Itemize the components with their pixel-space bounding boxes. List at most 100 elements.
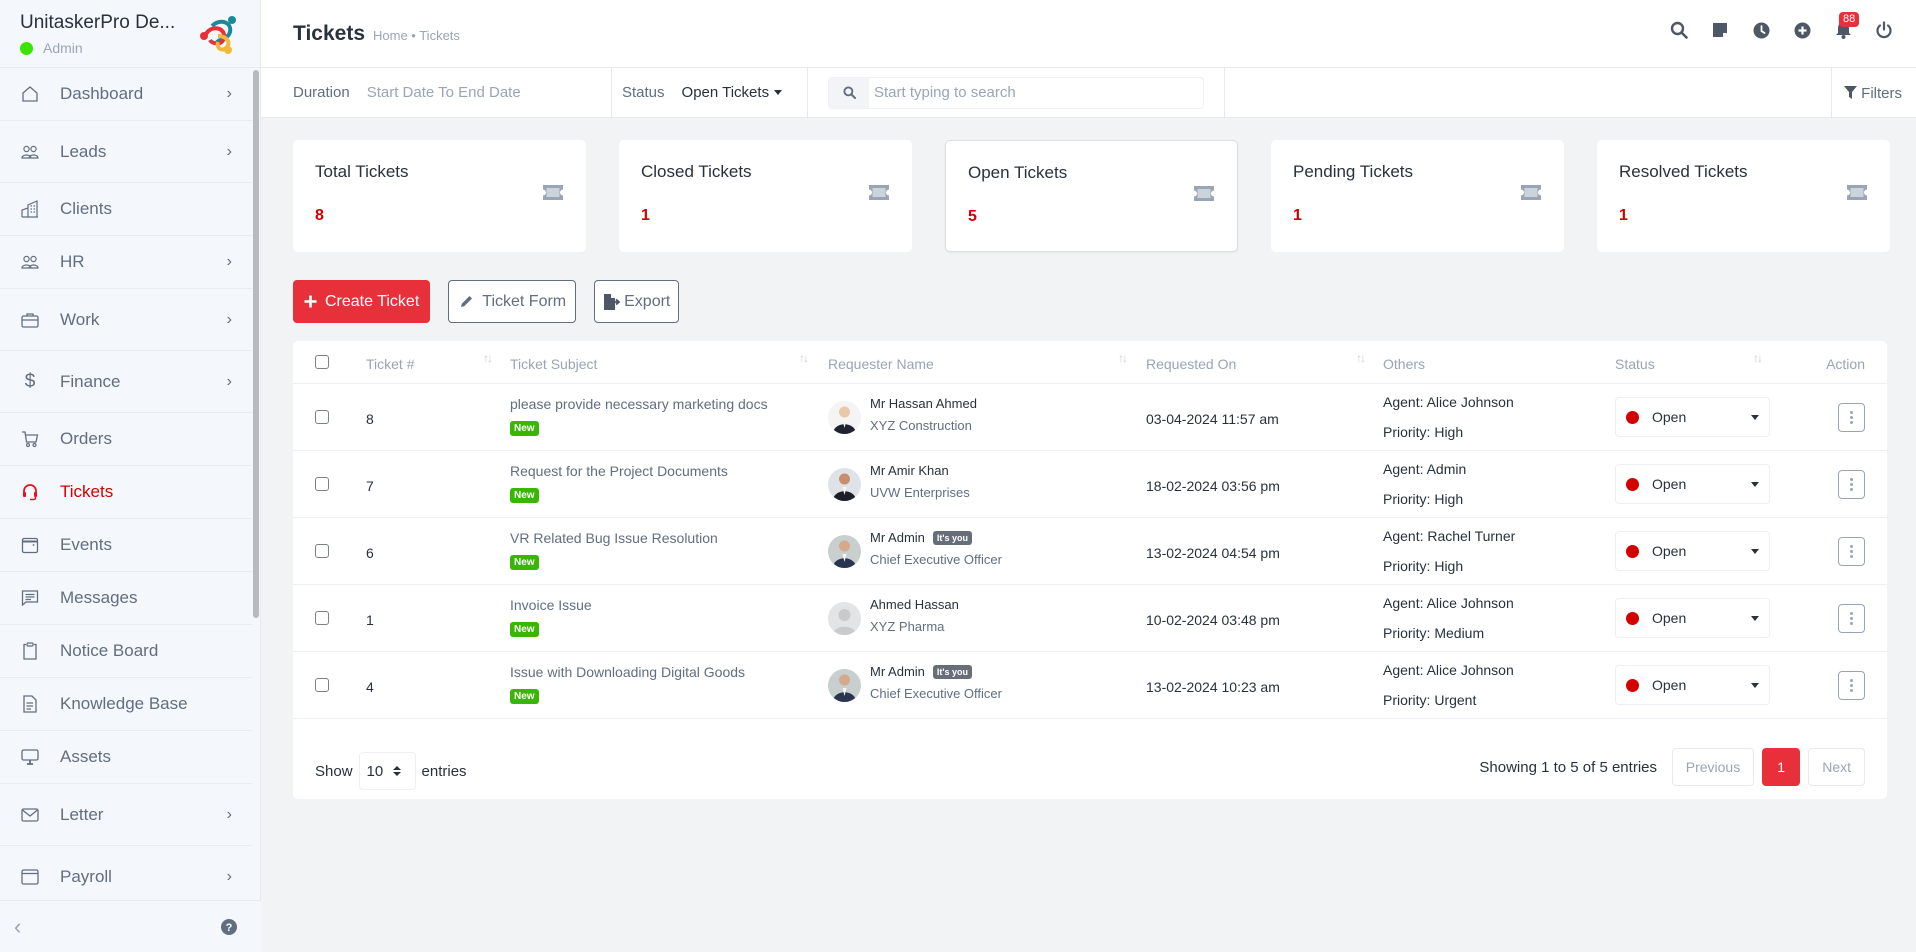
- row-checkbox[interactable]: [315, 678, 329, 692]
- table-body: 8 please provide necessary marketing docs…: [293, 384, 1887, 719]
- bell-icon[interactable]: 88: [1833, 12, 1860, 40]
- sort-icon[interactable]: ↑↓: [1356, 351, 1366, 365]
- column-ticket-number[interactable]: Ticket #: [366, 356, 415, 372]
- row-actions-button[interactable]: [1838, 470, 1865, 499]
- ticket-number[interactable]: 1: [366, 612, 374, 628]
- sidebar-item-orders[interactable]: Orders: [0, 413, 252, 466]
- sidebar-item-label: Clients: [60, 199, 112, 218]
- column-requested-on[interactable]: Requested On: [1146, 356, 1236, 372]
- requester-avatar[interactable]: [828, 401, 861, 434]
- power-icon[interactable]: [1874, 20, 1894, 40]
- ticket-subject-link[interactable]: please provide necessary marketing docs: [510, 396, 768, 412]
- status-select[interactable]: Open: [1615, 665, 1770, 705]
- ticket-subject-link[interactable]: Issue with Downloading Digital Goods: [510, 664, 745, 680]
- status-filter[interactable]: Status Open Tickets: [612, 67, 808, 118]
- ticket-subject-link[interactable]: Request for the Project Documents: [510, 463, 728, 479]
- row-actions-button[interactable]: [1838, 604, 1865, 633]
- breadcrumb[interactable]: Home • Tickets: [373, 28, 460, 43]
- filters-button[interactable]: Filters: [1831, 68, 1902, 118]
- requester-avatar[interactable]: [828, 669, 861, 702]
- status-select[interactable]: Open: [1615, 397, 1770, 437]
- row-checkbox[interactable]: [315, 544, 329, 558]
- ticket-number[interactable]: 4: [366, 679, 374, 695]
- sidebar-item-dashboard[interactable]: Dashboard ›: [0, 68, 252, 121]
- company-logo-icon[interactable]: [198, 14, 240, 56]
- stat-card-pending-tickets[interactable]: Pending Tickets 1: [1271, 140, 1564, 252]
- search-input[interactable]: [869, 84, 1203, 101]
- status-select[interactable]: Open: [1615, 531, 1770, 571]
- stat-card-closed-tickets[interactable]: Closed Tickets 1: [619, 140, 912, 252]
- ticket-form-button[interactable]: Ticket Form: [448, 280, 577, 323]
- chevron-right-icon: ›: [226, 867, 232, 885]
- requester-name[interactable]: Mr Hassan Ahmed: [870, 396, 977, 411]
- stat-card-resolved-tickets[interactable]: Resolved Tickets 1: [1597, 140, 1890, 252]
- export-button[interactable]: Export: [594, 280, 680, 323]
- sidebar-item-payroll[interactable]: Payroll ›: [0, 846, 252, 900]
- ticket-subject-link[interactable]: Invoice Issue: [510, 597, 592, 613]
- create-ticket-button[interactable]: Create Ticket: [293, 280, 431, 323]
- ticket-number[interactable]: 8: [366, 411, 374, 427]
- sidebar-item-knowledge-base[interactable]: Knowledge Base: [0, 678, 252, 731]
- requester-name[interactable]: Mr Amir Khan: [870, 463, 949, 478]
- sidebar-item-leads[interactable]: Leads ›: [0, 121, 252, 183]
- caret-down-icon: [1751, 682, 1759, 688]
- sort-icon[interactable]: ↑↓: [1118, 351, 1128, 365]
- previous-page-button[interactable]: Previous: [1671, 748, 1755, 786]
- ticket-number[interactable]: 6: [366, 545, 374, 561]
- sort-icon[interactable]: ↑↓: [483, 351, 493, 365]
- sidebar-item-events[interactable]: Events: [0, 519, 252, 572]
- sidebar-item-letter[interactable]: Letter ›: [0, 784, 252, 846]
- clock-icon[interactable]: [1751, 20, 1771, 40]
- sidebar-scrollbar[interactable]: [252, 70, 261, 618]
- status-select[interactable]: Open: [1615, 598, 1770, 638]
- row-checkbox[interactable]: [315, 611, 329, 625]
- sort-icon[interactable]: ↑↓: [799, 351, 809, 365]
- date-range-input[interactable]: Start Date To End Date: [367, 84, 521, 101]
- select-all-checkbox[interactable]: [315, 355, 329, 369]
- envelope-icon: [20, 805, 40, 825]
- requester-name[interactable]: Mr Admin: [870, 530, 925, 545]
- table-row: 4 Issue with Downloading Digital Goods New…: [293, 652, 1887, 719]
- row-actions-button[interactable]: [1838, 671, 1865, 700]
- page-1-button[interactable]: 1: [1762, 748, 1801, 786]
- question-circle-icon[interactable]: ?: [221, 918, 237, 935]
- row-checkbox[interactable]: [315, 410, 329, 424]
- company-name[interactable]: UnitaskerPro De...: [20, 12, 175, 34]
- next-page-button[interactable]: Next: [1808, 748, 1865, 786]
- sidebar-item-messages[interactable]: Messages: [0, 572, 252, 625]
- sticky-note-icon[interactable]: [1710, 20, 1730, 40]
- row-actions-button[interactable]: [1838, 403, 1865, 432]
- column-ticket-subject[interactable]: Ticket Subject: [510, 356, 597, 372]
- ticket-subject-link[interactable]: VR Related Bug Issue Resolution: [510, 530, 718, 546]
- sidebar-item-clients[interactable]: Clients: [0, 183, 252, 236]
- row-actions-button[interactable]: [1838, 537, 1865, 566]
- search-icon[interactable]: [1669, 20, 1689, 40]
- duration-filter[interactable]: Duration Start Date To End Date: [261, 67, 612, 118]
- entries-per-page-select[interactable]: 10: [358, 752, 416, 790]
- sidebar-item-hr[interactable]: HR ›: [0, 236, 252, 289]
- status-select[interactable]: Open: [1615, 464, 1770, 504]
- column-status[interactable]: Status: [1615, 356, 1655, 372]
- stat-card-open-tickets[interactable]: Open Tickets 5: [945, 140, 1238, 252]
- ticket-priority: Priority: High: [1383, 424, 1464, 440]
- requester-avatar[interactable]: [828, 602, 861, 635]
- ticket-number[interactable]: 7: [366, 478, 374, 494]
- row-checkbox[interactable]: [315, 477, 329, 491]
- sidebar-item-assets[interactable]: Assets: [0, 731, 252, 784]
- new-badge: New: [510, 488, 539, 503]
- requester-avatar[interactable]: [828, 468, 861, 501]
- requester-name[interactable]: Ahmed Hassan: [870, 597, 959, 612]
- requester-name[interactable]: Mr Admin: [870, 664, 925, 679]
- column-requester-name[interactable]: Requester Name: [828, 356, 934, 372]
- sidebar-item-finance[interactable]: $ Finance ›: [0, 351, 252, 413]
- ticket-agent: Agent: Alice Johnson: [1383, 662, 1514, 678]
- sidebar-item-notice-board[interactable]: Notice Board: [0, 625, 252, 678]
- sidebar-item-tickets[interactable]: Tickets: [0, 466, 252, 519]
- sidebar-item-work[interactable]: Work ›: [0, 289, 252, 351]
- chevron-left-icon[interactable]: ‹: [14, 914, 21, 940]
- stat-card-total-tickets[interactable]: Total Tickets 8: [293, 140, 586, 252]
- status-select[interactable]: Open Tickets: [682, 84, 770, 101]
- plus-circle-icon[interactable]: [1792, 20, 1812, 40]
- sort-icon[interactable]: ↑↓: [1753, 351, 1763, 365]
- requester-avatar[interactable]: [828, 535, 861, 568]
